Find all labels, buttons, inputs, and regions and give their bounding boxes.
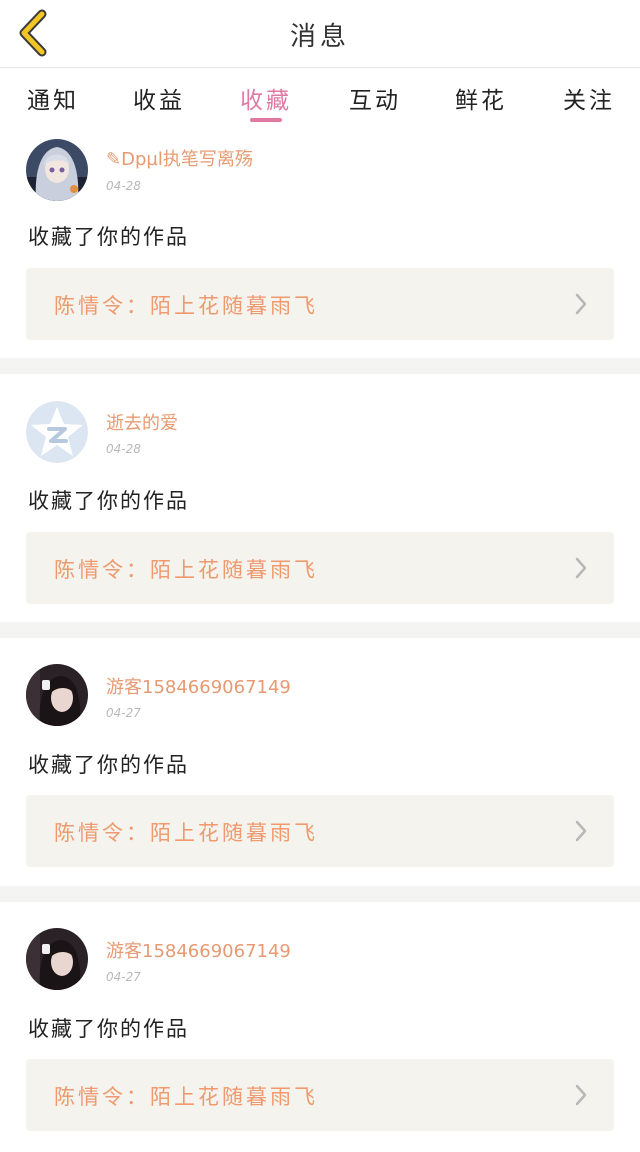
user-name[interactable]: 游客1584669067149: [106, 673, 291, 699]
tab-favorites[interactable]: 收藏: [221, 81, 311, 115]
tab-flowers[interactable]: 鲜花: [436, 81, 526, 115]
message-date: 04-27: [106, 970, 141, 984]
action-text: 收藏了你的作品: [28, 225, 189, 249]
user-name[interactable]: 游客1584669067149: [106, 937, 291, 963]
user-name[interactable]: ✎Dpµl执笔写离殇: [106, 145, 253, 171]
avatar[interactable]: [26, 401, 88, 463]
tab-notifications[interactable]: 通知: [8, 81, 98, 115]
avatar[interactable]: [26, 139, 88, 201]
tab-earnings[interactable]: 收益: [114, 81, 204, 115]
separator: [0, 886, 640, 902]
avatar[interactable]: [26, 928, 88, 990]
list-item: 游客1584669067149 04-27 收藏了你的作品 陈情令：陌上花随暮雨…: [0, 638, 640, 888]
work-link[interactable]: 陈情令：陌上花随暮雨飞: [26, 268, 614, 340]
tab-interactions[interactable]: 互动: [330, 81, 420, 115]
work-link[interactable]: 陈情令：陌上花随暮雨飞: [26, 795, 614, 867]
separator: [0, 358, 640, 374]
chevron-right-icon: [575, 820, 587, 842]
page-title: 消息: [289, 22, 350, 52]
message-date: 04-28: [106, 179, 141, 193]
active-tab-indicator: [250, 118, 282, 122]
chevron-right-icon: [575, 1084, 587, 1106]
work-title: 陈情令：陌上花随暮雨飞: [54, 558, 318, 582]
work-title: 陈情令：陌上花随暮雨飞: [54, 1085, 318, 1109]
photo-avatar-image: [26, 928, 88, 990]
work-link[interactable]: 陈情令：陌上花随暮雨飞: [26, 532, 614, 604]
anime-avatar-image: [26, 139, 88, 201]
photo-avatar-image: [26, 664, 88, 726]
default-qq-avatar-icon: [26, 401, 88, 463]
avatar[interactable]: [26, 664, 88, 726]
tab-bar: 通知 收益 收藏 互动 鲜花 关注: [0, 69, 640, 127]
work-link[interactable]: 陈情令：陌上花随暮雨飞: [26, 1059, 614, 1131]
work-title: 陈情令：陌上花随暮雨飞: [54, 294, 318, 318]
list-item: ✎Dpµl执笔写离殇 04-28 收藏了你的作品 陈情令：陌上花随暮雨飞: [0, 127, 640, 377]
action-text: 收藏了你的作品: [28, 1017, 189, 1041]
action-text: 收藏了你的作品: [28, 753, 189, 777]
action-text: 收藏了你的作品: [28, 489, 189, 513]
work-title: 陈情令：陌上花随暮雨飞: [54, 821, 318, 845]
user-name[interactable]: 逝去的爱: [106, 409, 178, 435]
message-date: 04-27: [106, 706, 141, 720]
list-item: 逝去的爱 04-28 收藏了你的作品 陈情令：陌上花随暮雨飞: [0, 374, 640, 624]
top-bar: 消息: [0, 0, 640, 68]
chevron-right-icon: [575, 293, 587, 315]
list-item: 游客1584669067149 04-27 收藏了你的作品 陈情令：陌上花随暮雨…: [0, 902, 640, 1152]
chevron-right-icon: [575, 557, 587, 579]
separator: [0, 622, 640, 638]
message-date: 04-28: [106, 442, 141, 456]
tab-following[interactable]: 关注: [544, 81, 634, 115]
